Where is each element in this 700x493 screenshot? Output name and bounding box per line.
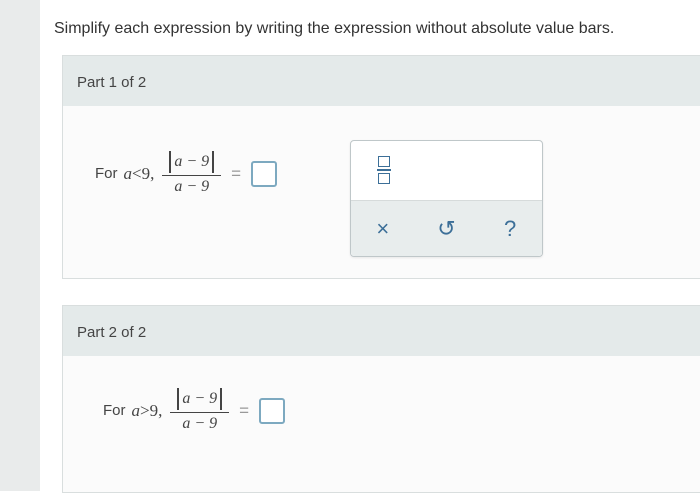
part-1-header: Part 1 of 2	[63, 56, 700, 106]
answer-input-part-2[interactable]	[259, 397, 286, 424]
abs-bar-left	[169, 151, 172, 173]
fraction-denominator: a − 9	[182, 415, 218, 432]
undo-icon[interactable]: ↺	[431, 216, 461, 242]
clear-icon[interactable]: ×	[368, 216, 398, 242]
numerator-text: a − 9	[174, 153, 210, 170]
fraction-numerator: a − 9	[170, 388, 229, 412]
part-2-expression: For a > 9, a − 9 a − 9 =	[103, 388, 286, 433]
condition-prefix: For	[103, 402, 126, 419]
condition-relation: <	[132, 163, 142, 183]
equals-sign: =	[239, 400, 250, 420]
numerator-text: a − 9	[182, 390, 218, 407]
answer-input-part-1[interactable]	[251, 160, 278, 187]
condition-relation: >	[140, 400, 150, 420]
part-2-header: Part 2 of 2	[63, 306, 700, 356]
fraction-denominator: a − 9	[174, 178, 210, 195]
help-icon[interactable]: ?	[495, 216, 525, 242]
part-1-title: Part 1 of 2	[77, 74, 147, 91]
abs-bar-right	[212, 151, 215, 173]
fraction-numerator: a − 9	[162, 151, 221, 175]
question-card: Simplify each expression by writing the …	[40, 0, 700, 493]
palette-toolbar: × ↺ ?	[351, 200, 542, 256]
condition-variable: a	[131, 400, 141, 420]
equals-sign: =	[231, 163, 242, 183]
part-2-panel: Part 2 of 2 For a > 9, a − 9 a − 9 =	[62, 305, 700, 493]
fraction-template-numerator-box	[378, 156, 390, 168]
fraction-template-icon[interactable]	[373, 153, 395, 187]
left-rail	[0, 0, 41, 491]
fraction-template-bar	[377, 169, 391, 171]
condition-bound: 9,	[149, 400, 163, 420]
fraction-template-denominator-box	[378, 172, 390, 184]
fraction: a − 9 a − 9	[170, 388, 230, 433]
condition-bound: 9,	[141, 163, 155, 183]
instructions-text: Simplify each expression by writing the …	[54, 20, 615, 37]
condition-variable: a	[123, 163, 133, 183]
abs-bar-right	[220, 388, 223, 410]
fraction: a − 9 a − 9	[162, 151, 222, 196]
part-2-title: Part 2 of 2	[77, 324, 147, 341]
math-input-palette: × ↺ ?	[350, 140, 543, 257]
abs-bar-left	[177, 388, 180, 410]
part-1-expression: For a < 9, a − 9 a − 9 =	[95, 151, 278, 196]
condition-prefix: For	[95, 165, 118, 182]
